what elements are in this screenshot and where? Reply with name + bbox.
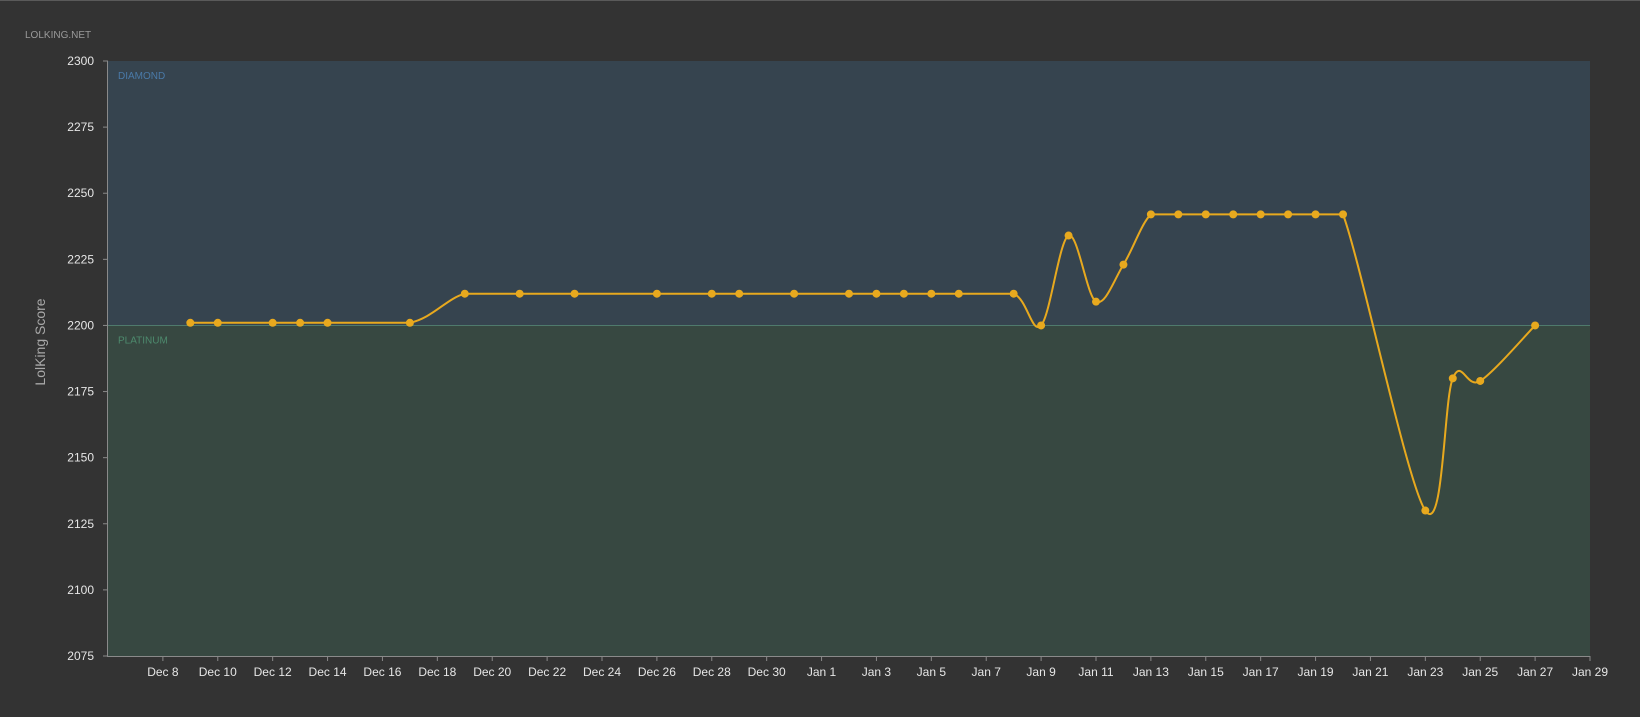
score-point[interactable]	[1531, 321, 1540, 330]
x-tick-label: Jan 25	[1462, 665, 1498, 679]
x-tick-label: Dec 18	[418, 665, 456, 679]
x-tick-label: Jan 1	[807, 665, 837, 679]
score-point[interactable]	[954, 289, 963, 298]
y-tick-label: 2300	[67, 54, 94, 68]
score-point[interactable]	[1146, 210, 1155, 219]
tier-bands: DIAMOND PLATINUM	[108, 61, 1590, 656]
score-point[interactable]	[872, 289, 881, 298]
x-tick-label: Jan 9	[1026, 665, 1056, 679]
y-tick-label: 2250	[67, 186, 94, 200]
score-point[interactable]	[1284, 210, 1293, 219]
score-point[interactable]	[845, 289, 853, 298]
x-tick-label: Jan 11	[1078, 665, 1113, 679]
score-point[interactable]	[323, 318, 332, 327]
x-tick-label: Jan 23	[1407, 665, 1443, 679]
x-tick-label: Dec 14	[309, 665, 347, 679]
score-point[interactable]	[1009, 289, 1018, 298]
y-axis-ticks: 2075 2100 2125 2150 2175 2200 2225 2250 2275 2300	[67, 54, 108, 663]
x-tick-label: Jan 17	[1243, 665, 1279, 679]
score-point[interactable]	[790, 289, 799, 298]
x-tick-label: Jan 3	[862, 665, 892, 679]
x-tick-label: Jan 7	[972, 665, 1002, 679]
x-tick-label: Jan 29	[1572, 665, 1608, 679]
y-axis-label: LolKing Score	[32, 298, 48, 385]
score-point[interactable]	[1311, 210, 1320, 219]
x-tick-label: Jan 21	[1352, 665, 1388, 679]
score-point[interactable]	[405, 318, 414, 327]
x-tick-label: Jan 5	[917, 665, 947, 679]
x-tick-label: Jan 15	[1188, 665, 1224, 679]
score-point[interactable]	[570, 289, 579, 298]
y-tick-label: 2200	[67, 318, 94, 332]
y-tick-label: 2125	[67, 517, 94, 531]
y-tick-label: 2150	[67, 451, 94, 465]
x-tick-label: Dec 10	[199, 665, 237, 679]
score-point[interactable]	[652, 289, 661, 298]
x-tick-label: Dec 24	[583, 665, 621, 679]
score-point[interactable]	[1174, 210, 1183, 219]
diamond-band	[108, 61, 1590, 326]
diamond-band-label: DIAMOND	[118, 71, 165, 82]
score-point[interactable]	[1421, 506, 1430, 515]
x-axis-ticks: Dec 8 Dec 10 Dec 12 Dec 14 Dec 16 Dec 18 Dec 2…	[147, 656, 1608, 679]
score-point[interactable]	[1476, 376, 1485, 385]
site-brand-label: LOLKING.NET	[25, 30, 91, 41]
x-tick-label: Dec 22	[528, 665, 566, 679]
x-tick-label: Jan 13	[1133, 665, 1169, 679]
y-tick-label: 2075	[67, 649, 94, 663]
score-point[interactable]	[899, 289, 908, 298]
score-point[interactable]	[213, 318, 222, 327]
platinum-band	[108, 325, 1590, 656]
score-point[interactable]	[1092, 297, 1100, 306]
score-point[interactable]	[707, 289, 716, 298]
score-point[interactable]	[186, 318, 195, 327]
score-point[interactable]	[1064, 231, 1073, 240]
score-point[interactable]	[515, 289, 524, 298]
score-point[interactable]	[1448, 374, 1457, 383]
score-point[interactable]	[1339, 210, 1347, 219]
x-tick-label: Dec 28	[693, 665, 731, 679]
x-tick-label: Dec 16	[363, 665, 401, 679]
score-point[interactable]	[460, 289, 469, 298]
score-point[interactable]	[927, 289, 936, 298]
score-point[interactable]	[1037, 321, 1046, 330]
score-point[interactable]	[268, 318, 277, 327]
score-point[interactable]	[296, 318, 305, 327]
x-tick-label: Dec 20	[473, 665, 511, 679]
score-point[interactable]	[1119, 260, 1128, 269]
score-point[interactable]	[1256, 210, 1265, 219]
y-tick-label: 2100	[67, 583, 94, 597]
x-tick-label: Dec 30	[748, 665, 786, 679]
x-tick-label: Jan 19	[1298, 665, 1334, 679]
chart-svg: DIAMOND PLATINUM 2075 2100 2125 2150 2175 2200…	[0, 0, 1640, 679]
score-point[interactable]	[1229, 210, 1238, 219]
y-tick-label: 2225	[67, 252, 94, 266]
platinum-band-label: PLATINUM	[118, 335, 168, 346]
score-history-chart: DIAMOND PLATINUM 2075 2100 2125 2150 2175 2200…	[0, 0, 1640, 717]
score-point[interactable]	[735, 289, 744, 298]
score-point[interactable]	[1201, 210, 1210, 219]
y-tick-label: 2275	[67, 120, 94, 134]
x-tick-label: Dec 12	[254, 665, 292, 679]
x-tick-label: Dec 8	[147, 665, 179, 679]
x-tick-label: Dec 26	[638, 665, 676, 679]
y-tick-label: 2175	[67, 385, 94, 399]
x-tick-label: Jan 27	[1517, 665, 1553, 679]
